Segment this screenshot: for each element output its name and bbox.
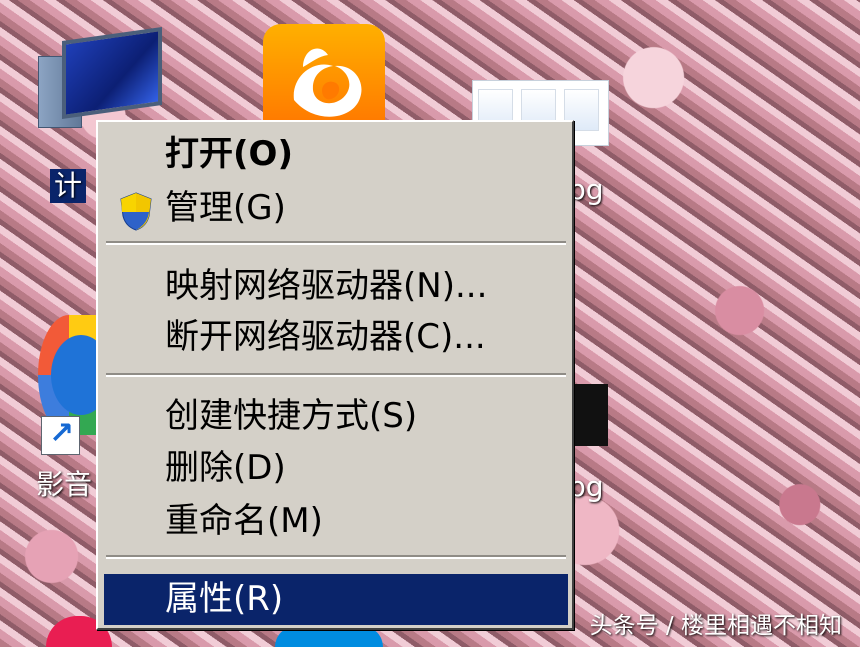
menu-item-label: 打开(O) bbox=[165, 134, 293, 174]
menu-item-create-shortcut[interactable]: 创建快捷方式(S) bbox=[104, 391, 568, 442]
menu-separator bbox=[106, 373, 566, 377]
menu-item-label: 映射网络驱动器(N)... bbox=[165, 266, 488, 306]
computer-icon[interactable] bbox=[38, 26, 170, 128]
menu-item-label: 属性(R) bbox=[165, 579, 284, 619]
menu-separator bbox=[106, 241, 566, 245]
menu-item-label: 重命名(M) bbox=[165, 501, 323, 541]
menu-item-manage[interactable]: 管理(G) bbox=[104, 183, 568, 234]
menu-item-disconnect-network-drive[interactable]: 断开网络驱动器(C)... bbox=[104, 312, 568, 363]
monitor-icon bbox=[62, 26, 162, 120]
computer-label[interactable]: 计 bbox=[50, 169, 87, 203]
menu-item-label: 管理(G) bbox=[165, 188, 286, 228]
menu-item-open[interactable]: 打开(O) bbox=[104, 129, 568, 180]
media-player-label[interactable]: 影音 bbox=[36, 468, 92, 502]
menu-separator bbox=[106, 555, 566, 559]
dark-image-thumbnail[interactable] bbox=[572, 384, 608, 446]
menu-item-delete[interactable]: 删除(D) bbox=[104, 443, 568, 494]
watermark-text: 头条号 / 楼里相遇不相知 bbox=[589, 613, 842, 639]
menu-item-label: 删除(D) bbox=[165, 448, 286, 488]
menu-item-map-network-drive[interactable]: 映射网络驱动器(N)... bbox=[104, 261, 568, 312]
menu-item-rename[interactable]: 重命名(M) bbox=[104, 496, 568, 547]
shield-icon bbox=[120, 192, 152, 231]
shortcut-arrow-icon bbox=[41, 416, 80, 455]
menu-item-label: 断开网络驱动器(C)... bbox=[165, 317, 486, 357]
squirrel-icon bbox=[293, 48, 362, 117]
context-menu: 打开(O) 管理(G) 映射网络驱动器(N)... 断开网络驱动器(C)... … bbox=[96, 120, 574, 630]
menu-item-properties[interactable]: 属性(R) bbox=[104, 574, 568, 625]
menu-item-label: 创建快捷方式(S) bbox=[165, 396, 418, 436]
